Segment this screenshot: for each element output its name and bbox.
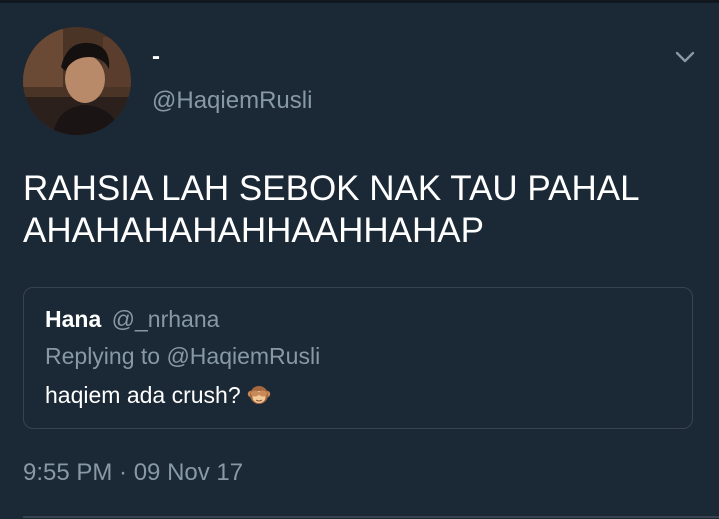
quoted-tweet-text: haqiem ada crush? (45, 382, 241, 408)
chevron-down-icon[interactable] (672, 44, 698, 70)
tweet-timestamp[interactable]: 9:55 PM · 09 Nov 17 (23, 458, 243, 488)
replying-to-label: Replying to @HaqiemRusli (45, 343, 321, 369)
quoted-author-name: Hana (45, 306, 102, 332)
avatar-image (23, 27, 131, 135)
author-handle[interactable]: @HaqiemRusli (152, 86, 312, 116)
quoted-tweet-text-row: haqiem ada crush? (45, 381, 271, 409)
tweet-text: RAHSIA LAH SEBOK NAK TAU PAHAL AHAHAHAHA… (23, 169, 639, 250)
quoted-tweet-header: Hana @_nrhana (45, 305, 219, 333)
bottom-divider (23, 516, 719, 518)
quoted-author-handle: @_nrhana (111, 306, 220, 332)
quoted-tweet-card[interactable]: Hana @_nrhana Replying to @HaqiemRusli h… (23, 287, 693, 429)
author-display-name[interactable]: - (152, 42, 160, 72)
see-no-evil-monkey-icon (247, 383, 271, 407)
avatar[interactable] (23, 27, 131, 135)
top-border (0, 0, 719, 3)
